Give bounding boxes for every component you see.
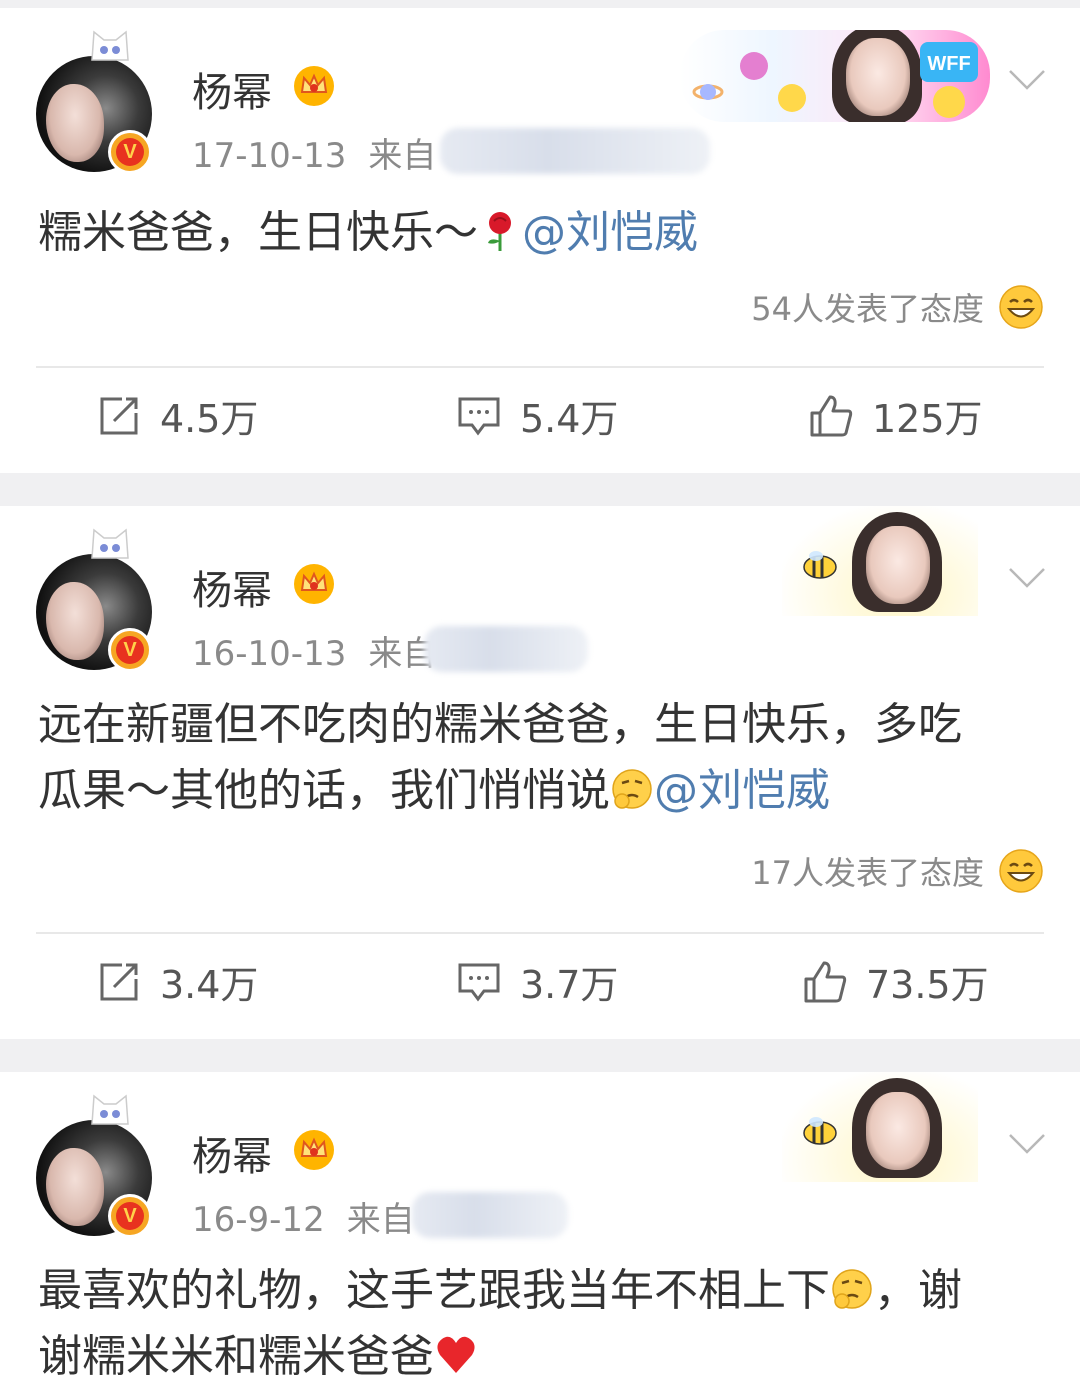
reactions-summary[interactable]: 54人发表了态度 xyxy=(751,284,1044,330)
cat-ears-icon xyxy=(91,528,129,559)
cat-ears-icon xyxy=(91,30,129,61)
post-content: 最喜欢的礼物，这手艺跟我当年不相上下 ，谢 谢糯米米和糯米爸爸 xyxy=(38,1265,962,1382)
verified-v-icon: V xyxy=(108,1194,152,1238)
repost-icon xyxy=(100,963,138,1000)
grin-emoji-icon xyxy=(999,849,1043,893)
repost-button[interactable]: 3.4万 xyxy=(96,954,258,1009)
chevron-down-icon[interactable] xyxy=(1008,68,1046,92)
weibo-post: V 杨幂 16-10-13 来自 远在新疆但不吃肉的糯米爸爸，生日快乐，多吃 瓜果… xyxy=(0,506,1080,1039)
post-meta: 16-9-12 来自 xyxy=(192,1192,415,1241)
comment-icon xyxy=(458,963,500,1001)
cat-ears-icon xyxy=(91,1094,129,1125)
thinking-emoji-icon xyxy=(612,769,652,809)
rose-icon xyxy=(488,212,511,251)
like-icon xyxy=(804,961,847,1002)
verified-v-icon: V xyxy=(108,628,152,672)
divider xyxy=(36,366,1044,368)
post-content: 远在新疆但不吃肉的糯米爸爸，生日快乐，多吃 瓜果～其他的话，我们悄悄说 @刘恺威 xyxy=(38,699,962,816)
post-meta: 17-10-13 来自 xyxy=(192,128,436,177)
source-label: 来自 xyxy=(346,1200,415,1240)
post-content: 糯米爸爸，生日快乐～ @刘恺威 xyxy=(38,207,698,258)
card-banner[interactable] xyxy=(782,1072,978,1182)
crown-icon xyxy=(294,66,334,106)
verified-v-icon: V xyxy=(108,130,152,174)
wff-badge: WFF xyxy=(920,42,978,118)
source-label: 来自 xyxy=(368,136,437,176)
like-button[interactable]: 125万 xyxy=(808,388,983,443)
divider xyxy=(36,932,1044,934)
weibo-post: V 杨幂 17-10-13 来自 WFF 糯米爸爸，生日快乐～ @刘恺威 54人… xyxy=(0,8,1080,473)
repost-button[interactable]: 4.5万 xyxy=(96,388,258,443)
mention-link[interactable]: @刘恺威 xyxy=(522,207,698,258)
repost-icon xyxy=(100,397,138,434)
svg-text:WFF: WFF xyxy=(927,53,970,75)
username[interactable]: 杨幂 xyxy=(192,1124,272,1182)
thinking-emoji-icon xyxy=(832,1269,872,1309)
grin-emoji-icon xyxy=(999,285,1043,329)
card-banner[interactable] xyxy=(782,506,978,616)
bee-decoration xyxy=(803,551,837,579)
blurred-source xyxy=(440,128,710,174)
crown-icon xyxy=(294,564,334,604)
post-date: 17-10-13 xyxy=(192,136,347,176)
blurred-source xyxy=(424,626,588,672)
weibo-post: V 杨幂 16-9-12 来自 最喜欢的礼物，这手艺跟我当年不相上下 ，谢 谢糯米… xyxy=(0,1072,1080,1400)
action-bar: 3.4万 3.7万 73.5万 xyxy=(0,954,1080,1024)
like-button[interactable]: 73.5万 xyxy=(802,954,989,1009)
planet-decoration xyxy=(692,52,806,112)
post-date: 16-10-13 xyxy=(192,634,347,674)
comment-icon xyxy=(458,397,500,435)
chevron-down-icon[interactable] xyxy=(1008,1132,1046,1156)
action-bar: 4.5万 5.4万 125万 xyxy=(0,388,1080,458)
comment-button[interactable]: 5.4万 xyxy=(456,388,618,443)
crown-icon xyxy=(294,1130,334,1170)
bee-decoration xyxy=(803,1117,837,1145)
heart-icon xyxy=(437,1336,475,1373)
username[interactable]: 杨幂 xyxy=(192,60,272,118)
card-banner[interactable]: WFF xyxy=(680,30,990,122)
comment-button[interactable]: 3.7万 xyxy=(456,954,618,1009)
mention-link[interactable]: @刘恺威 xyxy=(654,765,830,816)
post-date: 16-9-12 xyxy=(192,1200,325,1240)
post-meta: 16-10-13 来自 xyxy=(192,626,436,675)
like-icon xyxy=(810,395,853,436)
reactions-summary[interactable]: 17人发表了态度 xyxy=(751,848,1044,894)
username[interactable]: 杨幂 xyxy=(192,558,272,616)
chevron-down-icon[interactable] xyxy=(1008,566,1046,590)
blurred-source xyxy=(412,1192,568,1238)
